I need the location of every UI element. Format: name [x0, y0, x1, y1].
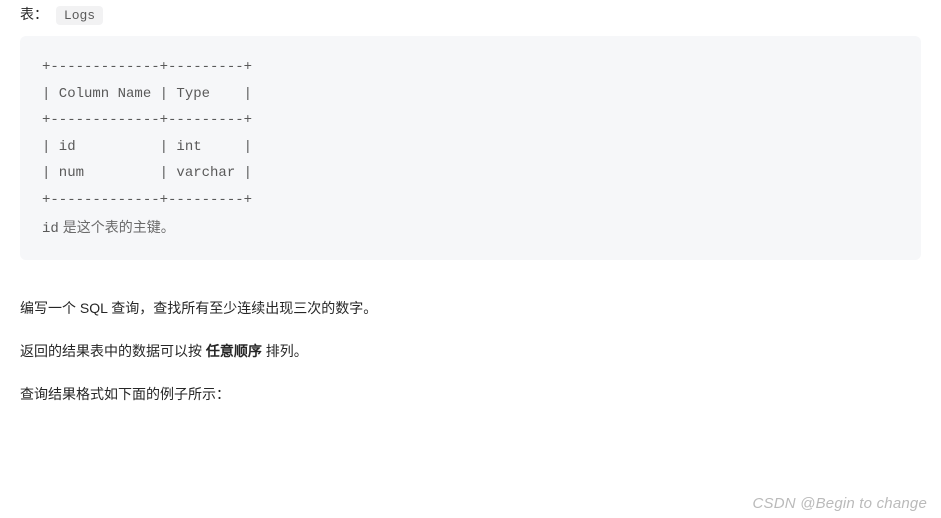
schema-line-3: +-------------+---------+ — [42, 112, 252, 128]
schema-line-6: +-------------+---------+ — [42, 192, 252, 208]
paragraph-3: 查询结果格式如下面的例子所示： — [20, 384, 921, 405]
schema-note-text: 是这个表的主键。 — [59, 219, 175, 235]
watermark: CSDN @Begin to change — [752, 495, 927, 512]
document-content: 表： Logs +-------------+---------+ | Colu… — [0, 0, 941, 447]
table-name-code: Logs — [56, 6, 103, 25]
schema-line-2: | Column Name | Type | — [42, 86, 252, 102]
paragraph-2-bold: 任意顺序 — [206, 343, 262, 359]
table-label: 表： — [20, 6, 48, 22]
paragraph-2-after: 排列。 — [262, 343, 308, 359]
schema-line-5: | num | varchar | — [42, 165, 252, 181]
schema-line-1: +-------------+---------+ — [42, 59, 252, 75]
paragraph-2: 返回的结果表中的数据可以按 任意顺序 排列。 — [20, 341, 921, 362]
schema-code-block: +-------------+---------+ | Column Name … — [20, 36, 921, 260]
schema-note-id: id — [42, 221, 59, 237]
paragraph-2-before: 返回的结果表中的数据可以按 — [20, 343, 206, 359]
paragraph-1: 编写一个 SQL 查询，查找所有至少连续出现三次的数字。 — [20, 298, 921, 319]
schema-line-4: | id | int | — [42, 139, 252, 155]
table-header-row: 表： Logs — [20, 4, 921, 24]
